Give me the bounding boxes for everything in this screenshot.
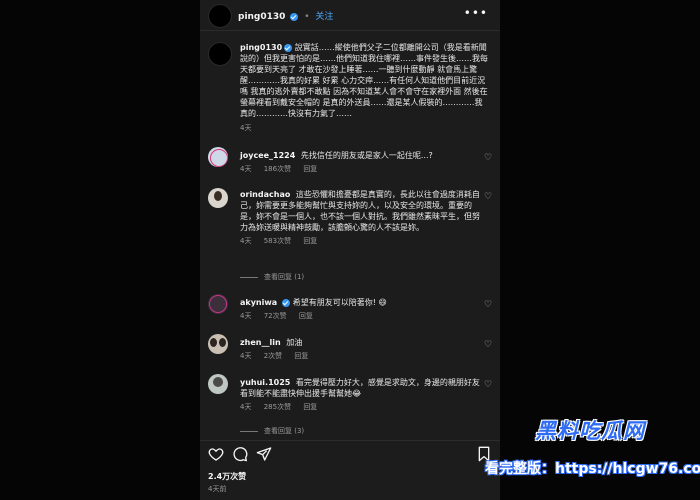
reply-button[interactable]: 回复	[303, 165, 317, 173]
comment-text: 先找信任的朋友或是家人一起住呢...?	[300, 151, 433, 160]
verified-icon	[290, 12, 299, 21]
comment-meta: 4天 583次赞 回复	[240, 236, 480, 247]
post-caption: ping0130 說實話……縱使他們父子二位都離開公司（我是看新聞說的）但我更害…	[240, 42, 488, 134]
reply-button[interactable]: 回复	[294, 352, 308, 360]
caption-text: 說實話……縱使他們父子二位都離開公司（我是看新聞說的）但我更害怕的是……他們知道…	[240, 43, 488, 118]
comment-text: 加油	[286, 338, 303, 347]
reply-button[interactable]: 回复	[299, 312, 313, 320]
replies-line	[240, 276, 258, 278]
view-replies-label[interactable]: 查看回复 (3)	[264, 427, 304, 435]
view-replies-button[interactable]: 查看回复 (1)	[240, 272, 304, 282]
header-user: ping0130 • 关注	[238, 9, 333, 22]
comment: yuhui.1025 看完覺得壓力好大，感覺是求助文，身邊的親朋好友看到能不能盡…	[240, 377, 480, 413]
replies-line	[240, 430, 258, 432]
comment-meta: 4天 72次赞 回复	[240, 311, 480, 322]
reply-button[interactable]: 回复	[303, 237, 317, 245]
verified-icon	[282, 298, 291, 307]
post-date: 4天前	[208, 485, 227, 493]
verified-icon	[284, 43, 293, 52]
comment-likes[interactable]: 72次赞	[264, 312, 287, 320]
comment-username[interactable]: akyniwa	[240, 298, 277, 307]
like-heart-icon[interactable]: ♡	[484, 341, 492, 350]
comment-time: 4天	[240, 352, 252, 360]
comment-icon[interactable]	[232, 446, 248, 462]
comment-time: 4天	[240, 312, 252, 320]
follow-button[interactable]: 关注	[315, 12, 333, 22]
view-replies-label[interactable]: 查看回复 (1)	[264, 273, 304, 281]
share-icon[interactable]	[256, 446, 272, 462]
header-avatar[interactable]	[208, 4, 232, 28]
comment: akyniwa 希望有朋友可以陪著你! 😄 4天 72次赞 回复	[240, 297, 480, 322]
post-header: ping0130 • 关注 •••	[200, 0, 500, 30]
like-count[interactable]: 2.4万次赞	[208, 471, 246, 482]
watermark-logo: 黑料吃瓜网	[535, 419, 645, 443]
comment-time: 4天	[240, 165, 252, 173]
comment-username[interactable]: yuhui.1025	[240, 378, 290, 387]
comment-avatar[interactable]	[208, 334, 228, 354]
comment-likes[interactable]: 583次赞	[264, 237, 291, 245]
caption-meta: 4天	[240, 123, 488, 134]
reply-button[interactable]: 回复	[303, 403, 317, 411]
comment-avatar[interactable]	[208, 294, 228, 314]
comment-likes[interactable]: 285次赞	[264, 403, 291, 411]
caption-avatar[interactable]	[208, 42, 232, 66]
comment-avatar[interactable]	[208, 147, 228, 167]
watermark-url: 看完整版：https://hlcgw76.com	[485, 461, 700, 477]
comment: zhen__lin 加油 4天 2次赞 回复	[240, 337, 480, 362]
view-replies-button[interactable]: 查看回复 (3)	[240, 426, 304, 436]
comment-username[interactable]: orindachao	[240, 190, 290, 199]
like-heart-icon[interactable]: ♡	[484, 301, 492, 310]
comment-avatar[interactable]	[208, 374, 228, 394]
post-panel: ping0130 • 关注 ••• ping0130 說實話……縱使他們父子二位…	[200, 0, 500, 500]
like-heart-icon[interactable]: ♡	[484, 381, 492, 390]
comment: joycee_1224 先找信任的朋友或是家人一起住呢...? 4天 186次赞…	[240, 150, 480, 175]
header-divider	[200, 30, 500, 31]
comment: orindachao 這些恐懼和擔憂都是真實的，長此以往會過度消耗自己，妳需要更…	[240, 189, 480, 247]
comment-text: 希望有朋友可以陪著你! 😄	[292, 298, 387, 307]
heart-icon[interactable]	[208, 446, 224, 462]
comment-meta: 4天 285次赞 回复	[240, 402, 480, 413]
comment-time: 4天	[240, 403, 252, 411]
header-username[interactable]: ping0130	[238, 12, 285, 22]
comment-likes[interactable]: 186次赞	[264, 165, 291, 173]
caption-time: 4天	[240, 124, 252, 132]
comment-meta: 4天 186次赞 回复	[240, 164, 480, 175]
comment-username[interactable]: zhen__lin	[240, 338, 281, 347]
footer-divider	[200, 440, 500, 441]
caption-username[interactable]: ping0130	[240, 43, 282, 52]
comment-username[interactable]: joycee_1224	[240, 151, 295, 160]
like-heart-icon[interactable]: ♡	[484, 193, 492, 202]
dot-separator: •	[304, 12, 310, 22]
comment-meta: 4天 2次赞 回复	[240, 351, 480, 362]
comment-avatar[interactable]	[208, 188, 228, 208]
more-dots-icon[interactable]: •••	[464, 6, 488, 20]
comment-time: 4天	[240, 237, 252, 245]
comment-likes[interactable]: 2次赞	[264, 352, 282, 360]
like-heart-icon[interactable]: ♡	[484, 154, 492, 163]
action-bar	[208, 446, 492, 462]
